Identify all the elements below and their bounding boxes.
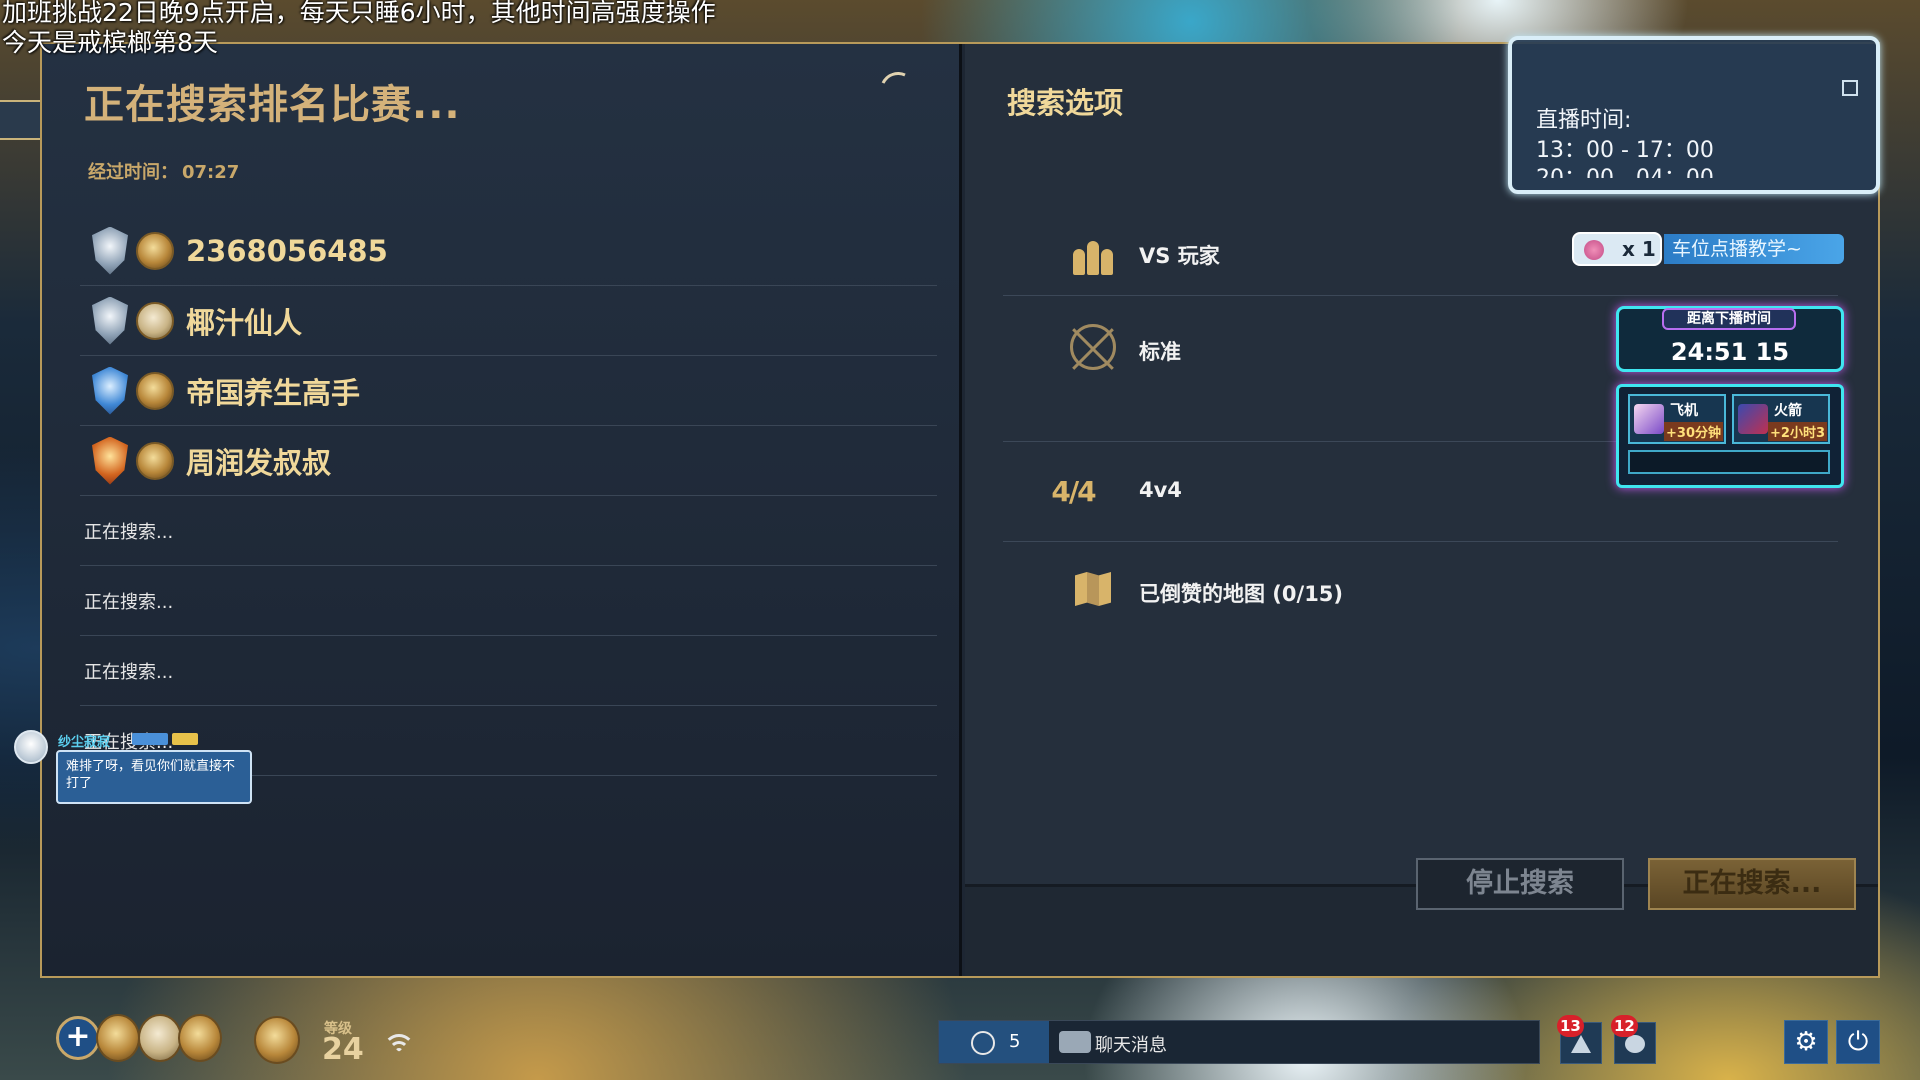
crossed-swords-emblem-icon [1063, 322, 1123, 372]
player-medal-icon [136, 371, 174, 410]
team-size-icon: 4/4 [1051, 474, 1096, 508]
timer-value: 24:51 15 [1670, 338, 1790, 366]
rank-shield-icon [88, 294, 132, 348]
chat-bar[interactable]: 5 聊天消息 [938, 1020, 1540, 1064]
medal-icon [96, 1014, 140, 1062]
medal-icon [178, 1014, 222, 1062]
player-medal-icon [136, 301, 174, 340]
rewards-icon [1625, 1035, 1645, 1053]
power-icon[interactable]: ⏻ [1836, 1020, 1880, 1064]
gift-plane: 飞机 +30分钟 [1628, 394, 1726, 444]
wifi-icon [382, 1032, 416, 1056]
rank-shield-icon [88, 364, 132, 418]
searching-button[interactable]: 正在搜索... [1648, 858, 1856, 910]
rewards-count: 12 [1611, 1015, 1638, 1037]
live-schedule-line: 20：00 - 04：00 [1536, 160, 1714, 178]
options-title: 搜索选项 [1007, 86, 1124, 120]
cheer-text: 车位点播教学~ [1664, 234, 1844, 264]
player-list: 2368056485 椰汁仙人 帝国养生高手 周润发叔叔 正在搜索... 正在搜… [80, 216, 937, 776]
searching-slot-label: 正在搜索... [84, 661, 174, 683]
rank-shield-icon [88, 224, 132, 278]
searching-slot-label: 正在搜索... [84, 591, 174, 613]
search-title: 正在搜索排名比赛... [84, 82, 461, 128]
rank-shield-icon [88, 434, 132, 488]
stream-overlay-line-2: 今天是戒槟榔第8天 [2, 28, 218, 57]
live-schedule-box: 直播时间: 13：00 - 17：00 20：00 - 04：00 [1508, 36, 1880, 194]
elapsed-value: 07:27 [182, 162, 240, 183]
player-row[interactable]: 椰汁仙人 [80, 286, 937, 356]
stop-search-button[interactable]: 停止搜索 [1416, 858, 1624, 910]
medal-icon [138, 1014, 182, 1062]
notification-count: 13 [1557, 1015, 1584, 1037]
chat-bubble-icon [1059, 1031, 1091, 1053]
player-name: 2368056485 [186, 233, 388, 268]
option-label: 标准 [1139, 340, 1181, 364]
player-row[interactable]: 帝国养生高手 [80, 356, 937, 426]
player-medal-icon [136, 231, 174, 270]
searching-slot-label: 正在搜索... [84, 521, 174, 543]
player-row[interactable]: 周润发叔叔 [80, 426, 937, 496]
minimize-icon[interactable] [1842, 80, 1858, 96]
gift-rocket: 火箭 +2小时3 [1732, 394, 1830, 444]
searching-slot: 正在搜索... [80, 636, 937, 706]
rewards-button[interactable]: 12 [1611, 1015, 1656, 1064]
chat-avatar [14, 730, 48, 764]
elapsed-time: 经过时间： 07:27 [84, 158, 239, 184]
notification-button[interactable]: 13 [1557, 1015, 1602, 1064]
friends-icon [971, 1031, 995, 1055]
timer-label: 距离下播时间 [1662, 308, 1796, 330]
option-downvoted-maps[interactable]: 已倒赞的地图 (0/15) [1003, 542, 1838, 642]
chat-label: 聊天消息 [1095, 1035, 1167, 1056]
fan-badge-icon [132, 733, 168, 745]
add-button[interactable]: + [56, 1016, 100, 1060]
elapsed-label: 经过时间： [88, 162, 178, 183]
heart-icon [1584, 240, 1604, 260]
friends-count: 5 [1009, 1031, 1021, 1052]
settings-gear-icon[interactable]: ⚙ [1784, 1020, 1828, 1064]
gift-progress-bar [1628, 450, 1830, 474]
player-name: 椰汁仙人 [186, 305, 303, 340]
rocket-icon [1738, 404, 1768, 434]
level-medal-icon [254, 1016, 300, 1064]
stream-overlay-line-1: 加班挑战22日晚9点开启，每天只睡6小时，其他时间高强度操作 [2, 0, 716, 27]
plane-icon [1634, 404, 1664, 434]
option-label: VS 玩家 [1139, 244, 1220, 268]
loading-spinner-icon [874, 66, 922, 114]
gift-bonus: +2小时3 [1768, 422, 1827, 441]
player-medal-icon [136, 441, 174, 480]
player-row[interactable]: 2368056485 [80, 216, 937, 286]
level-value: 24 [322, 1032, 364, 1067]
searching-slot: 正在搜索... [80, 566, 937, 636]
live-schedule-title: 直播时间: [1536, 108, 1632, 133]
chat-message-bubble: 难排了呀，看见你们就直接不打了 [56, 750, 252, 804]
players-icon [1063, 228, 1123, 278]
gift-name: 飞机 [1670, 403, 1698, 419]
map-icon [1063, 564, 1123, 614]
chat-username: 纱尘寂寂 [58, 735, 111, 750]
gift-name: 火箭 [1774, 403, 1802, 419]
alert-icon [1571, 1035, 1591, 1053]
friends-button[interactable]: 5 [939, 1021, 1049, 1063]
player-name: 周润发叔叔 [186, 445, 332, 480]
side-tab [0, 100, 40, 140]
level-badge-icon [172, 733, 198, 745]
option-label: 已倒赞的地图 (0/15) [1139, 582, 1344, 606]
search-status-panel: 正在搜索排名比赛... 经过时间： 07:27 2368056485 椰汁仙人 帝… [42, 44, 962, 976]
searching-slot: 正在搜索... [80, 496, 937, 566]
player-name: 帝国养生高手 [186, 375, 361, 410]
option-label: 4v4 [1139, 478, 1182, 502]
gift-bonus: +30分钟 [1664, 422, 1723, 441]
